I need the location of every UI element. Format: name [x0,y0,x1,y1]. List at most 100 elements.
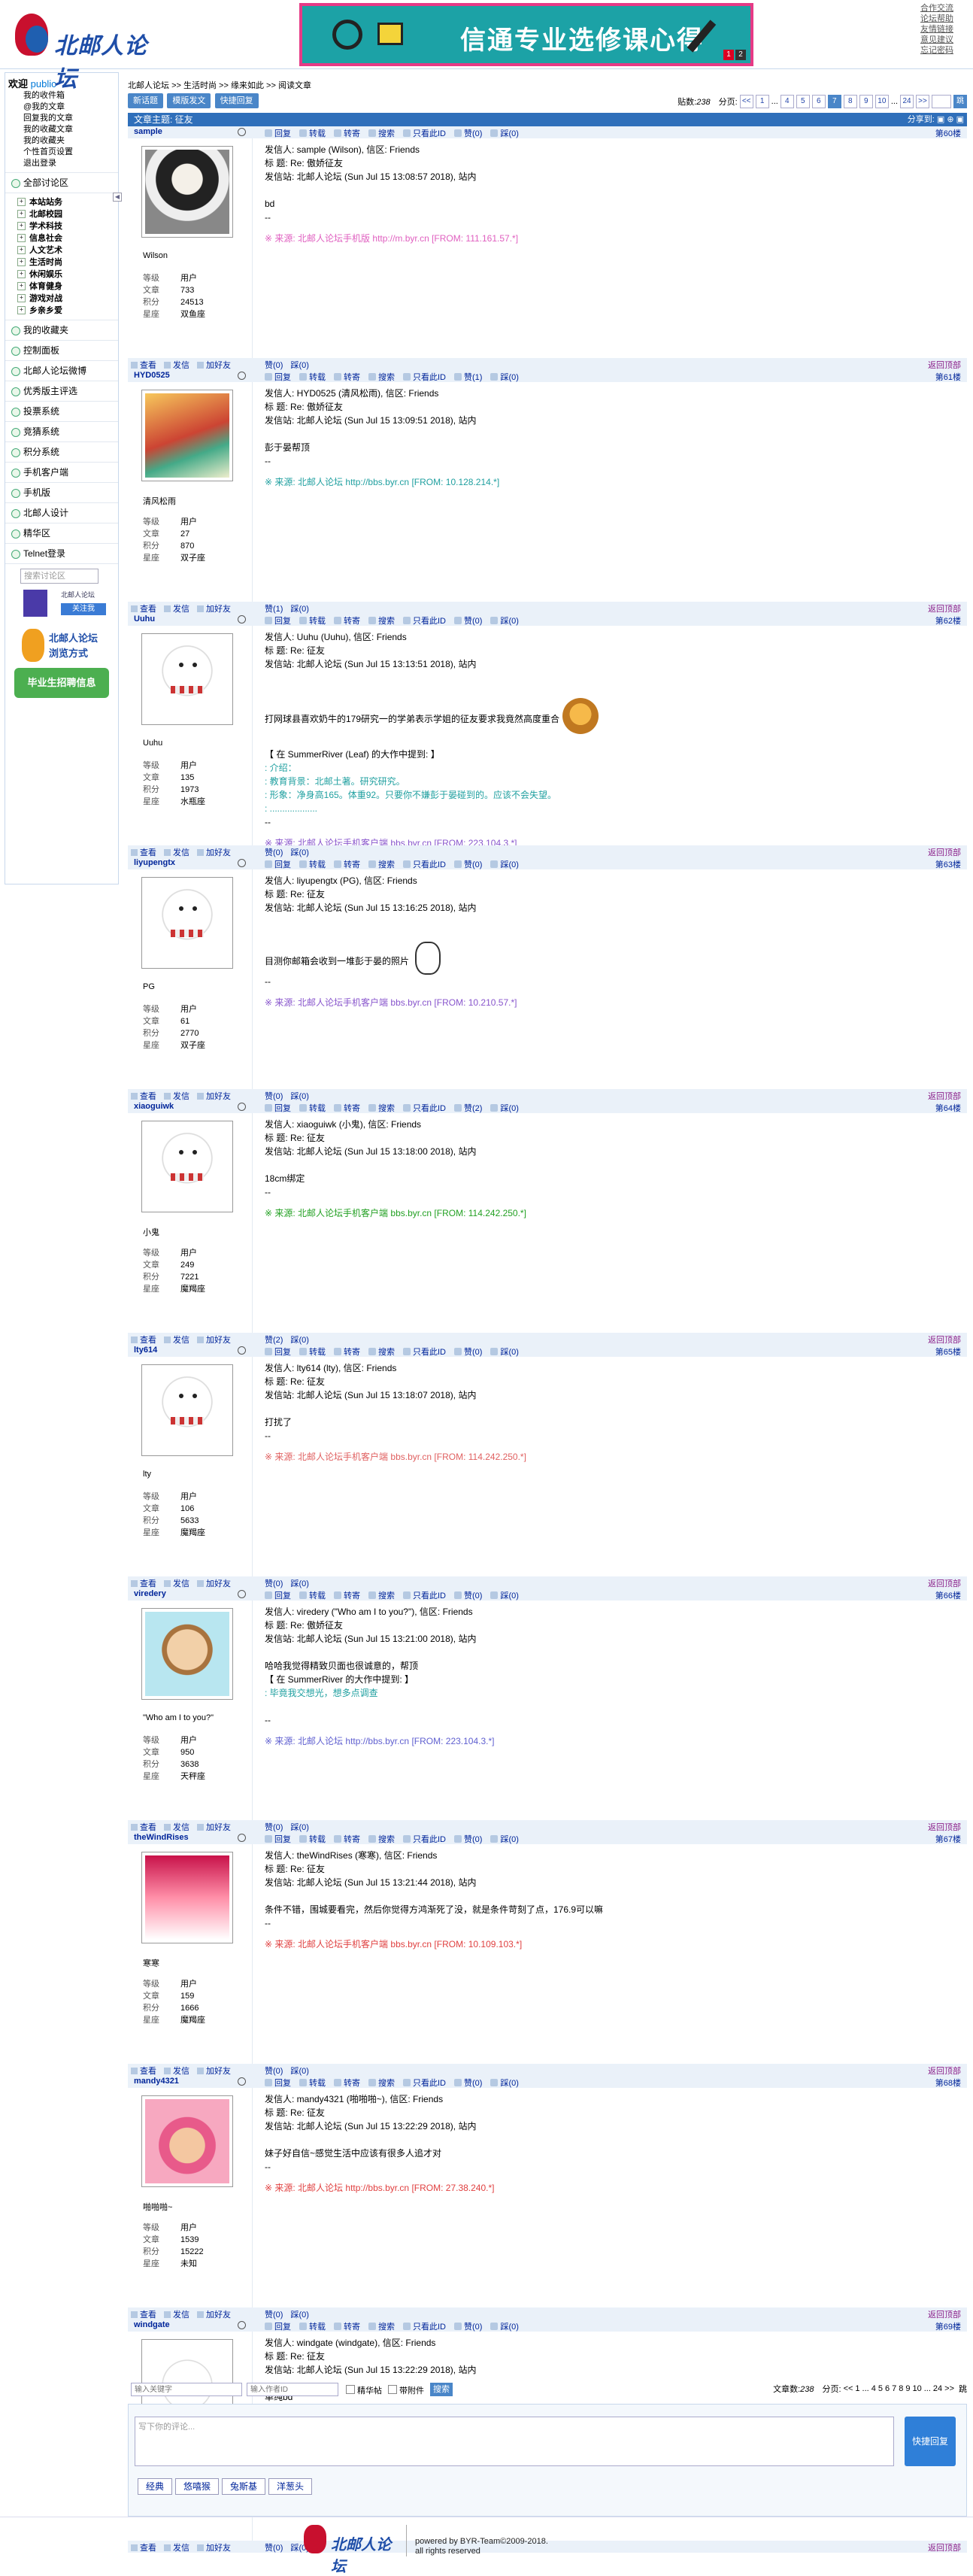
send-message-link[interactable]: 发信 [164,359,189,371]
reply-action[interactable]: 回复 [265,1589,291,1601]
back-to-top-link[interactable]: 返回顶部 [928,1821,961,1833]
like-button[interactable]: 赞(0) [265,359,283,371]
search-action[interactable]: 搜索 [368,1346,395,1358]
only-this-id-action[interactable]: 只看此ID [403,1102,446,1114]
repost-action[interactable]: 转载 [299,614,326,627]
like-action[interactable]: 赞(0) [454,1589,482,1601]
forward-action[interactable]: 转寄 [334,1833,360,1845]
avatar[interactable] [141,1852,233,1943]
crumb-section[interactable]: 生活时尚 [183,81,217,90]
user-link[interactable]: 个性首页设置 [8,147,115,158]
post-author-id[interactable]: sample [134,127,162,136]
page-link[interactable]: 8 [843,95,857,108]
category-item[interactable]: 生活时尚 [8,256,115,269]
banner-page-2[interactable]: 2 [735,50,746,60]
like-action[interactable]: 赞(0) [454,2077,482,2089]
user-link[interactable]: 退出登录 [8,158,115,169]
ad-banner[interactable]: 信通专业选修课心得 1 2 [299,3,753,66]
page-link[interactable]: 24 [933,2384,942,2393]
all-sections[interactable]: 全部讨论区 [5,173,118,193]
add-friend-link[interactable]: 加好友 [197,1821,231,1833]
search-button[interactable]: 搜索 [430,2383,453,2396]
like-button[interactable]: 赞(0) [265,1821,283,1833]
post-author-id[interactable]: mandy4321 [134,2077,179,2086]
page-link[interactable]: 10 [912,2384,921,2393]
like-action[interactable]: 赞(0) [454,1833,482,1845]
floor-number[interactable]: 第66楼 [935,1589,961,1601]
repost-action[interactable]: 转载 [299,858,326,870]
only-this-id-action[interactable]: 只看此ID [403,1346,446,1358]
like-button[interactable]: 赞(0) [265,1090,283,1102]
search-action[interactable]: 搜索 [368,1589,395,1601]
category-item[interactable]: 本站站务 [8,196,115,208]
category-item[interactable]: 游戏对战 [8,293,115,305]
reply-action[interactable]: 回复 [265,2077,291,2089]
link-cooperation[interactable]: 合作交流 [920,3,965,14]
back-to-top-link[interactable]: 返回顶部 [928,1090,961,1102]
like-button[interactable]: 赞(0) [265,846,283,858]
avatar[interactable] [141,877,233,969]
post-author-id[interactable]: theWindRises [134,1833,189,1842]
forward-action[interactable]: 转寄 [334,1102,360,1114]
category-item[interactable]: 信息社会 [8,232,115,244]
forward-action[interactable]: 转寄 [334,1589,360,1601]
reply-textarea[interactable]: 写下你的评论... [135,2417,894,2466]
view-profile-link[interactable]: 查看 [131,1334,156,1346]
crumb-board[interactable]: 缘来如此 [231,81,264,90]
forward-action[interactable]: 转寄 [334,371,360,383]
like-button[interactable]: 赞(0) [265,2308,283,2320]
sidebar-section-item[interactable]: 积分系统 [5,442,118,463]
dislike-action[interactable]: 踩(0) [490,858,518,870]
page-link[interactable]: << [844,2384,853,2393]
page-link[interactable]: << [739,95,753,108]
like-action[interactable]: 赞(0) [454,858,482,870]
only-this-id-action[interactable]: 只看此ID [403,1589,446,1601]
floor-number[interactable]: 第68楼 [935,2077,961,2089]
sidebar-section-item[interactable]: 手机客户端 [5,463,118,483]
sidebar-section-item[interactable]: Telnet登录 [5,544,118,564]
page-link[interactable]: 7 [827,95,841,108]
back-to-top-link[interactable]: 返回顶部 [928,1334,961,1346]
sidebar-section-item[interactable]: 投票系统 [5,402,118,422]
page-link[interactable]: 6 [885,2384,890,2393]
page-link[interactable]: 7 [892,2384,896,2393]
search-action[interactable]: 搜索 [368,614,395,627]
add-friend-link[interactable]: 加好友 [197,1090,231,1102]
dislike-button[interactable]: 踩(0) [290,1821,308,1833]
page-link[interactable]: 4 [871,2384,876,2393]
add-friend-link[interactable]: 加好友 [197,1334,231,1346]
page-jump-button[interactable]: 跳 [953,95,967,108]
floor-number[interactable]: 第62楼 [935,614,961,627]
repost-action[interactable]: 转载 [299,2320,326,2332]
view-profile-link[interactable]: 查看 [131,846,156,858]
back-to-top-link[interactable]: 返回顶部 [928,2308,961,2320]
send-message-link[interactable]: 发信 [164,2308,189,2320]
job-info-ad[interactable]: 毕业生招聘信息 [14,668,109,698]
post-author-id[interactable]: HYD0525 [134,371,170,380]
dislike-action[interactable]: 踩(0) [490,1346,518,1358]
page-link[interactable]: 5 [878,2384,883,2393]
add-friend-link[interactable]: 加好友 [197,2308,231,2320]
search-action[interactable]: 搜索 [368,1102,395,1114]
forward-action[interactable]: 转寄 [334,127,360,139]
post-author-id[interactable]: viredery [134,1589,166,1598]
post-author-id[interactable]: xiaoguiwk [134,1102,174,1111]
forward-action[interactable]: 转寄 [334,614,360,627]
view-profile-link[interactable]: 查看 [131,1821,156,1833]
send-message-link[interactable]: 发信 [164,1090,189,1102]
repost-action[interactable]: 转载 [299,127,326,139]
sidebar-section-item[interactable]: 手机版 [5,483,118,503]
view-profile-link[interactable]: 查看 [131,2308,156,2320]
like-action[interactable]: 赞(0) [454,127,482,139]
page-link[interactable]: >> [944,2384,954,2393]
back-to-top-link[interactable]: 返回顶部 [928,602,961,614]
only-this-id-action[interactable]: 只看此ID [403,1833,446,1845]
only-this-id-action[interactable]: 只看此ID [403,858,446,870]
site-logo[interactable]: 北邮人论坛 [15,14,150,92]
user-link[interactable]: 我的收藏文章 [8,124,115,135]
only-this-id-action[interactable]: 只看此ID [403,614,446,627]
dislike-button[interactable]: 踩(0) [290,1577,308,1589]
floor-number[interactable]: 第65楼 [935,1346,961,1358]
floor-number[interactable]: 第69楼 [935,2320,961,2332]
banner-page-1[interactable]: 1 [723,50,734,60]
